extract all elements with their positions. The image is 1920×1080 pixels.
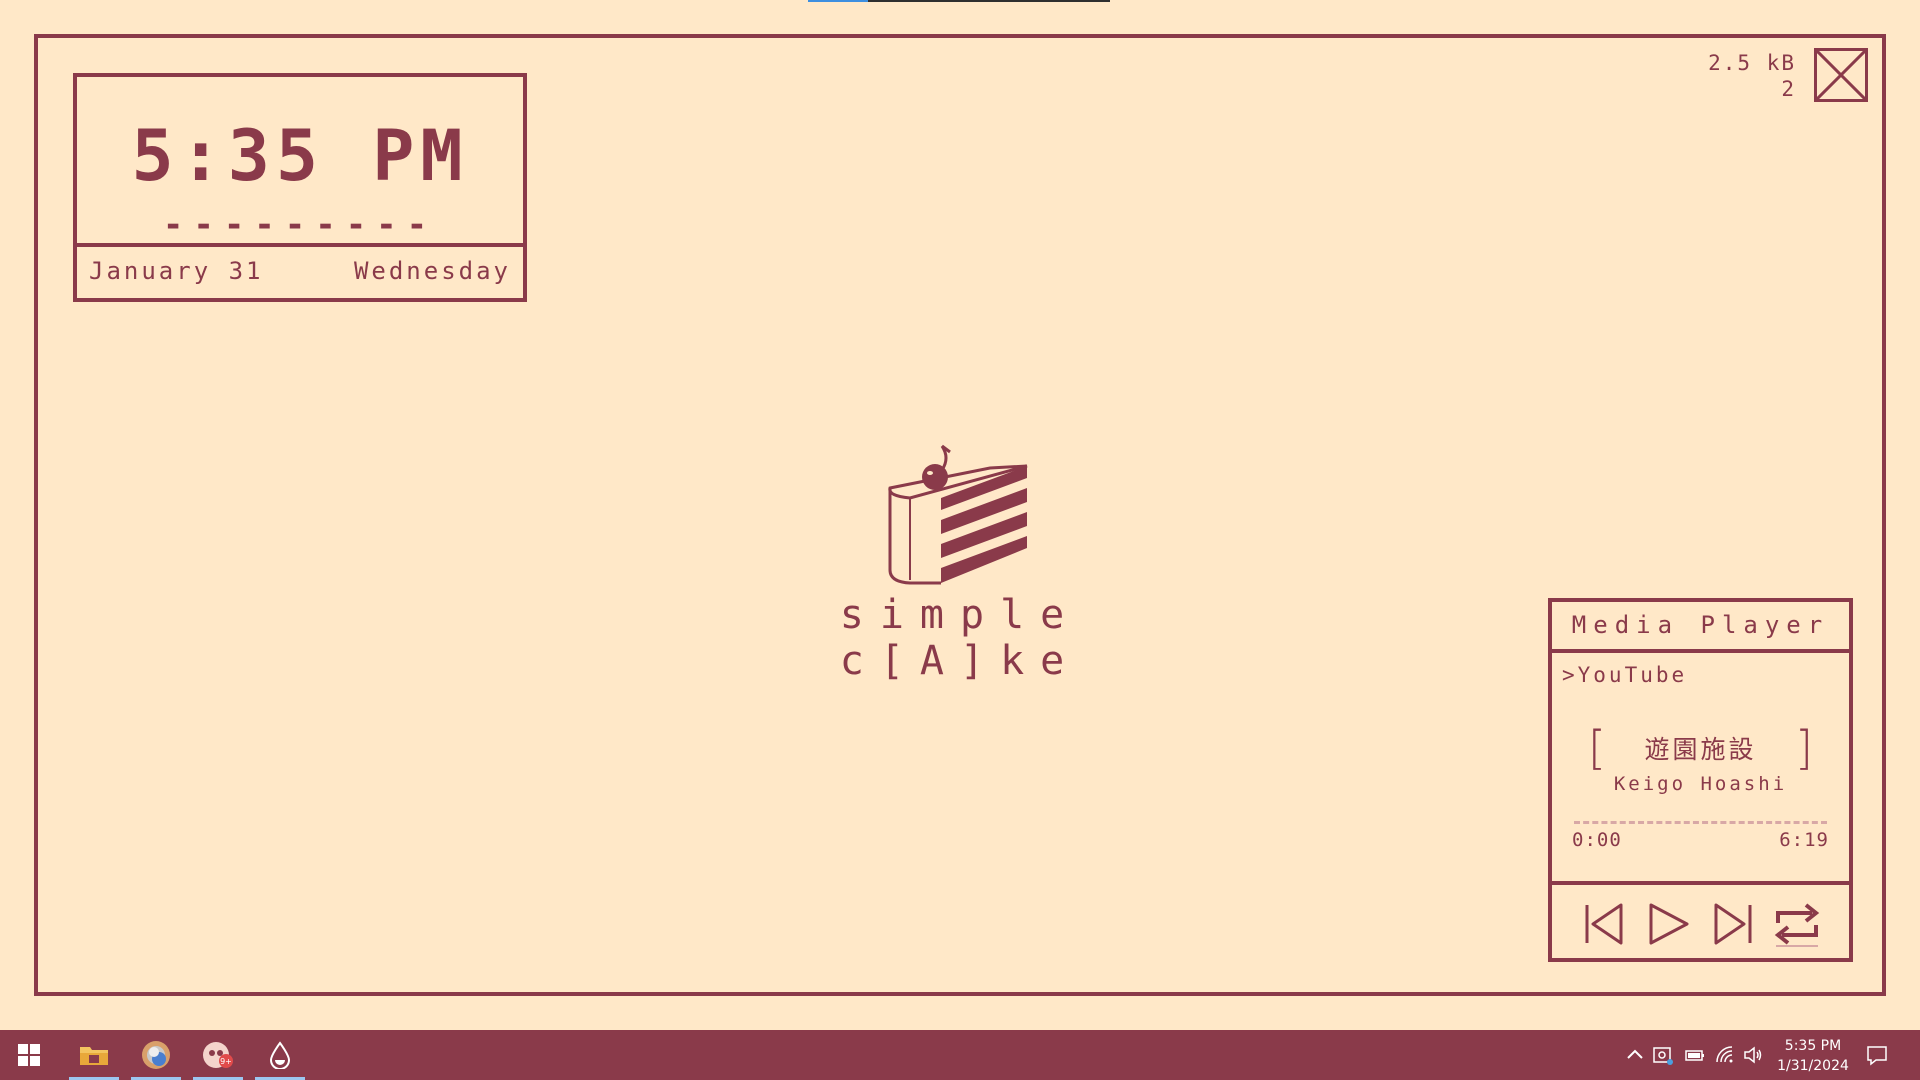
media-player-body: >YouTube [ 遊園施設 ] Keigo Hoashi 0:00 6:19	[1552, 653, 1849, 885]
meet-now-icon[interactable]	[1652, 1044, 1674, 1066]
media-player: Media Player >YouTube [ 遊園施設 ] Keigo Hoa…	[1548, 598, 1853, 962]
taskbar-clock[interactable]: 5:35 PM 1/31/2024	[1768, 1036, 1858, 1076]
repeat-icon[interactable]	[1774, 901, 1820, 947]
taskbar-date: 1/31/2024	[1777, 1058, 1849, 1074]
chrome-icon	[142, 1041, 170, 1069]
notification-badge-text: 9+	[220, 1057, 232, 1066]
stats-count: 2	[1781, 77, 1796, 101]
taskbar-game-app[interactable]: 9+	[192, 1030, 244, 1080]
clock-widget: 5:35 PM --------- January 31 Wednesday	[73, 73, 527, 302]
chevron-up-icon[interactable]	[1624, 1044, 1646, 1066]
track-title: 遊園施設	[1644, 735, 1757, 764]
track-elapsed: 0:00	[1572, 829, 1622, 851]
track-bracket-open: [	[1588, 721, 1606, 775]
track-times: 0:00 6:19	[1572, 829, 1829, 851]
taskbar-file-explorer[interactable]	[68, 1030, 120, 1080]
taskbar: 9+ 5:35 PM 1/31/2024	[0, 1030, 1920, 1080]
taskbar-time: 5:35 PM	[1784, 1038, 1842, 1054]
volume-icon[interactable]	[1742, 1044, 1764, 1066]
close-icon[interactable]	[1814, 48, 1868, 102]
taskbar-drop-app[interactable]	[254, 1030, 306, 1080]
media-track: [ 遊園施設 ]	[1588, 721, 1813, 775]
track-bracket-close: ]	[1795, 721, 1813, 775]
clock-date: January 31	[89, 256, 264, 285]
clock-date-row: January 31 Wednesday	[77, 243, 523, 298]
cake-logo-icon	[880, 440, 1040, 590]
battery-icon[interactable]	[1684, 1044, 1706, 1066]
taskbar-chrome[interactable]	[130, 1030, 182, 1080]
file-explorer-icon	[80, 1047, 108, 1065]
stats-size: 2.5 kB	[1708, 51, 1796, 75]
play-icon[interactable]	[1645, 901, 1691, 947]
clock-time: 5:35 PM	[131, 115, 469, 197]
windows-start-icon[interactable]	[18, 1044, 40, 1066]
top-edge-highlight	[808, 0, 868, 2]
track-progress-bar[interactable]	[1574, 821, 1827, 824]
game-app-icon: 9+	[203, 1042, 233, 1068]
clock-time-area: 5:35 PM ---------	[77, 77, 523, 247]
previous-track-icon[interactable]	[1581, 901, 1627, 947]
drop-app-icon	[269, 1041, 291, 1069]
wifi-icon[interactable]	[1714, 1044, 1736, 1066]
top-edge-indicator	[808, 0, 1110, 2]
clock-seconds-dashes: ---------	[162, 205, 438, 245]
clock-weekday: Wednesday	[353, 256, 511, 285]
track-duration: 6:19	[1779, 829, 1829, 851]
media-player-header: Media Player	[1552, 602, 1849, 653]
next-track-icon[interactable]	[1710, 901, 1756, 947]
notification-center-icon[interactable]	[1866, 1044, 1888, 1066]
brand-title: simple c[A]ke	[839, 592, 1081, 684]
media-source[interactable]: >YouTube	[1562, 663, 1687, 687]
network-stats: 2.5 kB 2	[1708, 50, 1796, 102]
close-x-icon	[1815, 49, 1867, 101]
track-artist: Keigo Hoashi	[1613, 773, 1788, 795]
media-controls	[1552, 889, 1849, 958]
